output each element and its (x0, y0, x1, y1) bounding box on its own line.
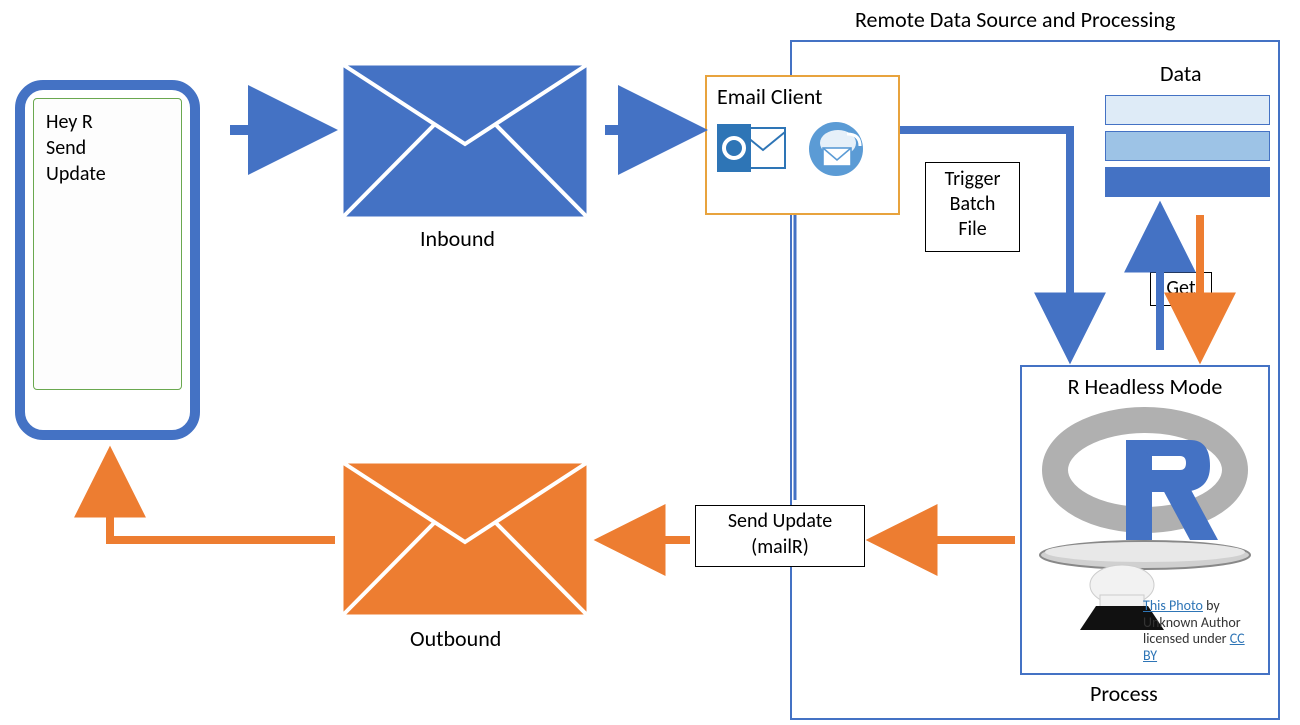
outbound-label: Outbound (410, 625, 501, 652)
mobile-line2: Send (46, 135, 169, 161)
mobile-device: Hey R Send Update Mobile Device (15, 80, 200, 440)
mobile-caption: Mobile Device (25, 400, 190, 424)
inbound-envelope-icon (340, 62, 590, 220)
send-line1: Send Update (700, 508, 860, 534)
outbound-envelope-icon (340, 460, 590, 618)
email-client-box: Email Client (705, 75, 900, 215)
trigger-line1: Trigger (928, 167, 1017, 192)
trigger-line3: File (928, 217, 1017, 242)
inbound-label: Inbound (420, 225, 495, 252)
trigger-line2: Batch (928, 192, 1017, 217)
get-box: Get (1150, 272, 1212, 306)
data-title: Data (1160, 60, 1202, 87)
trigger-batch-file-box: Trigger Batch File (925, 162, 1020, 252)
data-stack (1105, 95, 1270, 203)
email-client-title: Email Client (717, 83, 888, 110)
data-bar-3 (1105, 167, 1270, 197)
process-label: Process (1090, 680, 1158, 707)
attr-link-photo[interactable]: This Photo (1143, 597, 1203, 614)
send-update-box: Send Update (mailR) (695, 505, 865, 567)
data-bar-2 (1105, 131, 1270, 161)
r-attribution: This Photo by Unknown Author licensed un… (1143, 598, 1258, 665)
thunderbird-icon (805, 120, 867, 178)
mobile-line1: Hey R (46, 109, 169, 135)
r-headless-box: R Headless Mode This Photo by Unknown Au… (1020, 365, 1270, 675)
r-logo-icon (1030, 400, 1260, 630)
r-headless-title: R Headless Mode (1030, 373, 1260, 400)
outlook-icon (717, 122, 787, 177)
send-line2: (mailR) (700, 534, 860, 560)
data-bar-1 (1105, 95, 1270, 125)
arrow-outbound-to-mobile (110, 460, 335, 540)
mobile-line3: Update (46, 161, 169, 187)
remote-title: Remote Data Source and Processing (855, 6, 1175, 33)
mobile-screen: Hey R Send Update (33, 98, 182, 390)
